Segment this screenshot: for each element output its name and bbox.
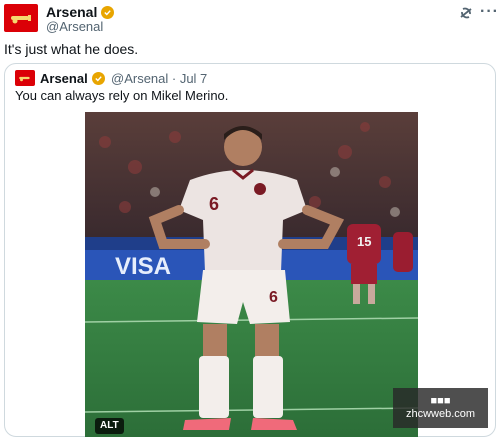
author-handle[interactable]: @Arsenal — [46, 19, 103, 35]
quoted-author-avatar[interactable] — [15, 70, 35, 86]
grok-icon[interactable] — [458, 6, 474, 20]
quoted-author-name[interactable]: Arsenal — [40, 71, 88, 86]
verified-badge-icon — [91, 72, 105, 85]
jersey-number: 6 — [209, 194, 219, 214]
author-name-row[interactable]: Arsenal — [46, 4, 115, 20]
tweet-photo[interactable]: VISA 15 6 6 — [85, 112, 418, 437]
more-icon[interactable]: ··· — [480, 4, 499, 20]
author-avatar[interactable] — [4, 4, 38, 32]
board-text: VISA — [115, 253, 171, 280]
quoted-author-name-row[interactable]: Arsenal — [40, 71, 105, 86]
quoted-text: You can always rely on Mikel Merino. — [15, 88, 229, 103]
cannon-icon — [19, 76, 30, 82]
watermark-line1: ■■■ — [430, 395, 451, 407]
opponent-number: 15 — [357, 234, 371, 249]
alt-badge[interactable]: ALT — [95, 418, 124, 434]
cannon-icon — [11, 15, 31, 24]
verified-badge-icon — [101, 5, 115, 19]
svg-text:6: 6 — [269, 289, 278, 306]
author-name[interactable]: Arsenal — [46, 4, 97, 20]
player-photo-illustration: VISA 15 6 6 — [85, 112, 418, 437]
quoted-meta[interactable]: @Arsenal · Jul 7 — [111, 71, 207, 86]
tweet-text: It's just what he does. — [4, 41, 139, 57]
watermark: ■■■ zhcwweb.com — [393, 388, 488, 428]
watermark-line2: zhcwweb.com — [405, 408, 476, 420]
